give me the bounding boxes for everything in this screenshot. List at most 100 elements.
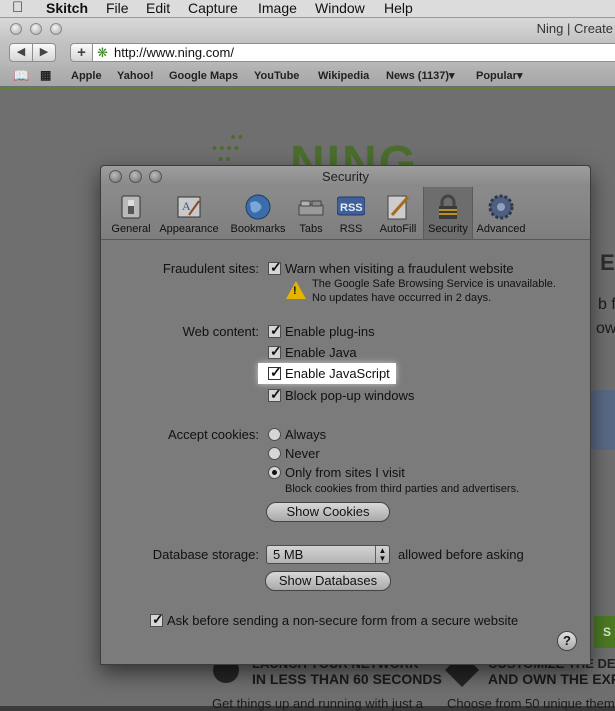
menu-file[interactable]: File — [106, 0, 129, 17]
enable-java-checkbox[interactable]: ✓ — [268, 343, 282, 359]
warning-mark: ! — [293, 285, 297, 297]
svg-text:RSS: RSS — [340, 202, 363, 214]
safe-browsing-note-2: No updates have occurred in 2 days. — [312, 292, 492, 304]
logo-dots: •• •••• •• — [212, 129, 246, 168]
tab-bookmarks[interactable]: Bookmarks — [225, 187, 291, 239]
feature2-title: AND OWN THE EXPE — [488, 671, 615, 687]
tab-autofill[interactable]: AutoFill — [375, 187, 421, 239]
cookies-never-radio[interactable] — [268, 447, 281, 460]
preferences-tabs: General A Appearance Bookmarks Tabs RSS … — [101, 187, 590, 240]
book-icon[interactable]: 📖 — [13, 68, 29, 84]
show-databases-button[interactable]: Show Databases — [265, 571, 391, 591]
tab-rss[interactable]: RSS RSS — [333, 187, 369, 239]
tab-label: Tabs — [299, 223, 323, 235]
minimize-button[interactable] — [30, 23, 42, 35]
browser-toolbar: ◀ ▶ + ❋ http://www.ning.com/ — [0, 40, 615, 66]
nonsecure-form-label[interactable]: Ask before sending a non-secure form fro… — [167, 613, 518, 628]
block-popups-checkbox[interactable]: ✓ — [268, 386, 282, 402]
tab-label: Security — [428, 223, 468, 235]
tabs-icon — [298, 200, 324, 216]
dialog-titlebar: Security — [101, 166, 590, 187]
page-partial-text: ET — [600, 250, 615, 275]
browser-titlebar: Ning | Create — [0, 18, 615, 40]
menu-capture[interactable]: Capture — [188, 0, 238, 17]
enable-java-label[interactable]: Enable Java — [285, 345, 357, 360]
lock-icon — [439, 194, 457, 219]
cookies-note: Block cookies from third parties and adv… — [285, 483, 520, 495]
apple-icon[interactable]:  — [12, 0, 23, 16]
menu-bar:  Skitch File Edit Capture Image Window … — [0, 0, 615, 18]
bookmark-yahoo[interactable]: Yahoo! — [117, 66, 154, 86]
forward-button[interactable]: ▶ — [32, 43, 56, 62]
block-popups-label[interactable]: Block pop-up windows — [285, 388, 414, 403]
feature1-title: IN LESS THAN 60 SECONDS — [252, 671, 442, 687]
url-text: http://www.ning.com/ — [114, 45, 234, 60]
enable-javascript-label[interactable]: Enable JavaScript — [285, 366, 390, 381]
help-button[interactable]: ? — [557, 631, 577, 651]
bookmark-wikipedia[interactable]: Wikipedia — [318, 66, 369, 86]
rss-icon: RSS — [337, 196, 365, 216]
tab-label: Bookmarks — [230, 223, 286, 235]
switch-icon — [121, 195, 141, 219]
tab-label: AutoFill — [379, 223, 417, 235]
bookmarks-bar: 📖 ▦ Apple Yahoo! Google Maps YouTube Wik… — [0, 66, 615, 87]
back-button[interactable]: ◀ — [9, 43, 33, 62]
tab-security[interactable]: Security — [423, 187, 473, 239]
database-size-select[interactable]: 5 MB ▲ ▼ — [266, 545, 390, 564]
enable-plugins-label[interactable]: Enable plug-ins — [285, 324, 375, 339]
menu-window[interactable]: Window — [315, 0, 365, 17]
cookies-always-label[interactable]: Always — [285, 427, 326, 442]
warn-fraudulent-checkbox[interactable]: ✓ — [268, 259, 282, 275]
site-icon: ❋ — [97, 45, 108, 60]
globe-icon — [245, 194, 271, 220]
grid-icon[interactable]: ▦ — [40, 68, 51, 82]
page-badge — [588, 390, 615, 450]
font-icon: A — [177, 196, 201, 218]
bookmark-apple[interactable]: Apple — [71, 66, 102, 86]
close-button[interactable] — [10, 23, 22, 35]
updown-arrows-icon: ▲ ▼ — [375, 546, 389, 563]
page-partial-text-3: own — [596, 320, 615, 337]
nonsecure-form-checkbox[interactable]: ✓ — [150, 611, 164, 627]
warn-fraudulent-label[interactable]: Warn when visiting a fraudulent website — [285, 261, 514, 276]
menu-app-name[interactable]: Skitch — [46, 0, 88, 17]
tab-label: Advanced — [476, 223, 526, 235]
tab-label: Appearance — [159, 223, 219, 235]
zoom-button[interactable] — [50, 23, 62, 35]
database-suffix: allowed before asking — [398, 547, 524, 562]
page-green-button[interactable]: S — [594, 616, 615, 648]
tab-general[interactable]: General — [107, 187, 155, 239]
database-storage-label: Database storage: — [152, 547, 259, 562]
dialog-title: Security — [322, 169, 369, 184]
window-title: Ning | Create — [536, 21, 613, 36]
cookies-always-radio[interactable] — [268, 428, 281, 441]
tab-tabs[interactable]: Tabs — [293, 187, 329, 239]
fraudulent-sites-label: Fraudulent sites: — [162, 261, 259, 276]
tab-label: General — [111, 223, 151, 235]
menu-help[interactable]: Help — [384, 0, 413, 17]
web-content-label: Web content: — [182, 324, 259, 339]
cookies-only-visited-label[interactable]: Only from sites I visit — [285, 465, 405, 480]
safe-browsing-note-1: The Google Safe Browsing Service is unav… — [312, 278, 556, 290]
enable-javascript-checkbox[interactable]: ✓ — [268, 364, 282, 380]
enable-plugins-checkbox[interactable]: ✓ — [268, 322, 282, 338]
show-cookies-button[interactable]: Show Cookies — [266, 502, 390, 522]
page-partial-text-2: b f — [598, 296, 615, 313]
bookmark-google-maps[interactable]: Google Maps — [169, 66, 238, 86]
tab-appearance[interactable]: A Appearance — [157, 187, 221, 239]
bookmark-news[interactable]: News (1137)▾ — [386, 66, 455, 86]
address-bar[interactable]: ❋ http://www.ning.com/ — [92, 43, 615, 62]
feature2-sub: Choose from 50 unique them — [447, 696, 615, 711]
bookmark-popular[interactable]: Popular▾ — [476, 66, 522, 86]
gear-icon — [488, 194, 514, 220]
menu-edit[interactable]: Edit — [146, 0, 170, 17]
bookmark-youtube[interactable]: YouTube — [254, 66, 299, 86]
feature1-sub: Get things up and running with just a — [212, 696, 424, 711]
database-size-value: 5 MB — [273, 547, 304, 562]
cookies-only-visited-radio[interactable] — [268, 466, 281, 479]
cookies-never-label[interactable]: Never — [285, 446, 320, 461]
tab-advanced[interactable]: Advanced — [475, 187, 527, 239]
add-bookmark-button[interactable]: + — [70, 43, 93, 62]
accept-cookies-label: Accept cookies: — [167, 427, 259, 442]
menu-image[interactable]: Image — [258, 0, 297, 17]
